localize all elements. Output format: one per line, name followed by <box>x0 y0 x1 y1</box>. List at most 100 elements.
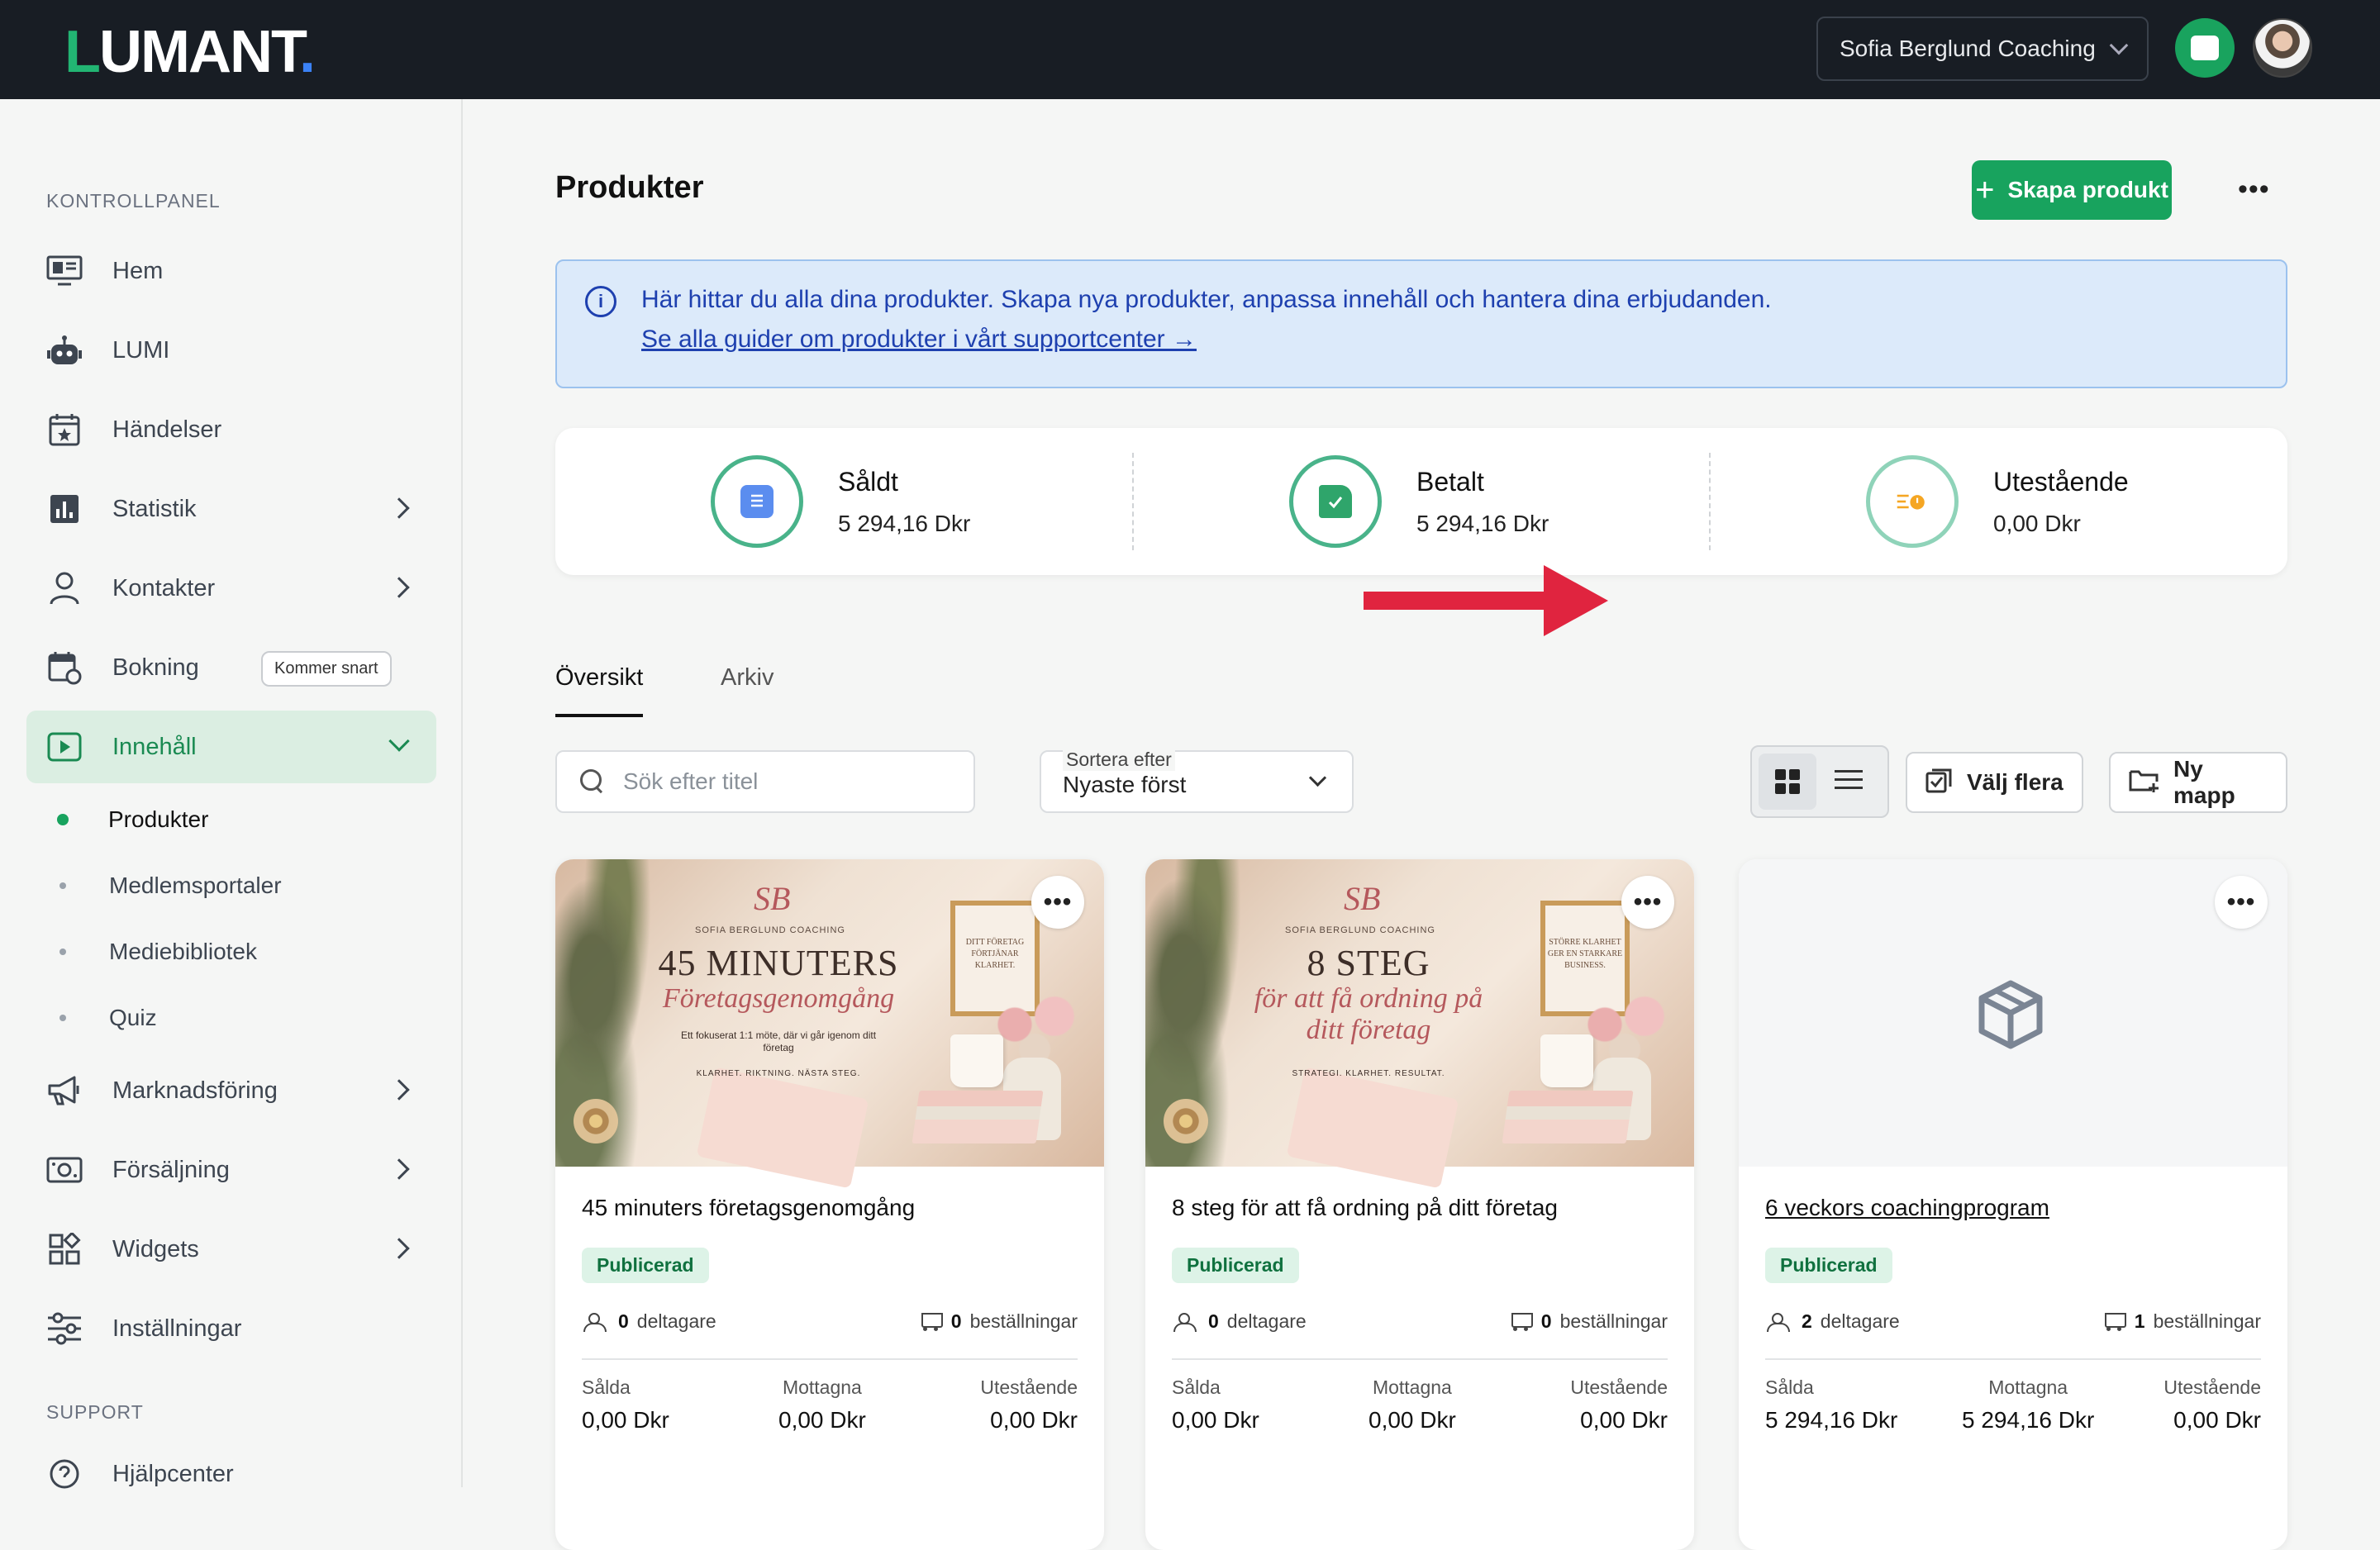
card-menu-button[interactable]: ••• <box>1031 876 1084 929</box>
sidebar-subitem-medlemsportaler[interactable]: Medlemsportaler <box>60 861 282 911</box>
info-text: Här hittar du alla dina produkter. Skapa… <box>641 286 1772 313</box>
sidebar-subitem-label: Produkter <box>108 806 209 832</box>
sold-label: Sålda <box>1172 1376 1221 1398</box>
calendar-sync-icon <box>46 649 83 686</box>
sidebar-item-label: Inställningar <box>112 1315 242 1342</box>
sidebar-item-installningar[interactable]: Inställningar <box>26 1292 436 1365</box>
help-icon <box>46 1456 83 1492</box>
orders-label: beställningar <box>969 1310 1078 1332</box>
bullet-icon <box>60 1015 66 1021</box>
sold-value: 5 294,16 Dkr <box>1765 1407 1898 1433</box>
stat-paid: Betalt 5 294,16 Dkr <box>1289 453 1549 550</box>
thumb-heading: 8 STEG <box>1307 943 1430 983</box>
sold-value: 0,00 Dkr <box>1172 1407 1259 1433</box>
sidebar-item-widgets[interactable]: Widgets <box>26 1213 436 1286</box>
sidebar-item-innehall[interactable]: Innehåll <box>26 711 436 783</box>
sidebar-item-bokning[interactable]: Bokning Kommer snart <box>26 631 436 704</box>
orders-count: 1 <box>2134 1310 2145 1332</box>
sidebar-subitem-produkter[interactable]: Produkter <box>57 795 209 844</box>
product-title[interactable]: 45 minuters företagsgenomgång <box>582 1195 915 1221</box>
search-input[interactable]: Sök efter titel <box>555 750 975 813</box>
chevron-right-icon <box>388 497 410 519</box>
tab-arkiv[interactable]: Arkiv <box>721 664 774 692</box>
sold-icon <box>711 455 803 548</box>
thumb-script: Företagsgenomgång <box>662 983 895 1014</box>
card-menu-button[interactable]: ••• <box>2215 876 2268 929</box>
chat-button[interactable] <box>2175 18 2235 78</box>
select-multiple-button[interactable]: Välj flera <box>1906 752 2083 813</box>
sidebar-subitem-quiz[interactable]: Quiz <box>60 993 157 1043</box>
organization-select[interactable]: Sofia Berglund Coaching <box>1816 17 2149 81</box>
lumant-logo[interactable]: LUMANT. <box>64 18 316 86</box>
top-bar: LUMANT. Sofia Berglund Coaching <box>0 0 2380 99</box>
sidebar-subitem-mediebibliotek[interactable]: Mediebibliotek <box>60 927 257 977</box>
sidebar-item-lumi[interactable]: LUMI <box>26 314 436 387</box>
product-card[interactable]: DITT FÖRETAG FÖRTJÄNAR KLARHET. SB SOFIA… <box>555 859 1104 1550</box>
new-folder-button[interactable]: Ny mapp <box>2109 752 2287 813</box>
stat-outstanding: Utestående 0,00 Dkr <box>1866 453 2129 550</box>
product-thumbnail-placeholder <box>1739 859 2287 1167</box>
thumb-heading: 45 MINUTERS <box>658 943 899 983</box>
more-options-icon[interactable]: ••• <box>2238 174 2270 206</box>
support-guides-link[interactable]: Se alla guider om produkter i vårt suppo… <box>641 326 1197 354</box>
stat-value: 5 294,16 Dkr <box>838 510 971 536</box>
robot-icon <box>46 332 83 368</box>
sidebar-item-hem[interactable]: Hem <box>26 235 436 307</box>
received-value: 0,00 Dkr <box>778 1407 866 1433</box>
sidebar-item-handelser[interactable]: Händelser <box>26 393 436 466</box>
orders-label: beställningar <box>1559 1310 1668 1332</box>
received-label: Mottagna <box>782 1376 862 1398</box>
card-menu-button[interactable]: ••• <box>1621 876 1674 929</box>
sidebar-item-kontakter[interactable]: Kontakter <box>26 552 436 625</box>
status-badge: Publicerad <box>1765 1248 1892 1283</box>
person-icon <box>46 570 83 606</box>
stat-label: Såldt <box>838 466 898 497</box>
sliders-icon <box>46 1310 83 1347</box>
create-product-button[interactable]: + Skapa produkt <box>1972 160 2172 220</box>
sold-label: Sålda <box>582 1376 631 1398</box>
active-tab-indicator <box>555 714 643 717</box>
grid-view-icon[interactable] <box>1759 754 1816 810</box>
paid-icon <box>1289 455 1382 548</box>
package-icon <box>1978 980 2043 1049</box>
avatar[interactable] <box>2253 18 2312 78</box>
tab-oversikt[interactable]: Översikt <box>555 664 643 692</box>
list-view-icon[interactable] <box>1835 770 1863 795</box>
thumb-tagline: STRATEGI. KLARHET. RESULTAT. <box>1292 1069 1445 1078</box>
sidebar-item-hjalpcenter[interactable]: Hjälpcenter <box>26 1438 436 1510</box>
info-banner: i Här hittar du alla dina produkter. Ska… <box>555 259 2287 388</box>
plus-icon: + <box>1975 172 1995 208</box>
status-badge: Publicerad <box>582 1248 709 1283</box>
product-thumbnail: DITT FÖRETAG FÖRTJÄNAR KLARHET. SB SOFIA… <box>555 859 1104 1189</box>
sidebar-item-label: Widgets <box>112 1235 199 1262</box>
sidebar-item-forsaljning[interactable]: Försäljning <box>26 1134 436 1206</box>
outstanding-label: Utestående <box>2163 1376 2261 1398</box>
folder-plus-icon <box>2129 767 2160 799</box>
checkbox-multi-icon <box>1925 767 1954 799</box>
sort-value: Nyaste först <box>1063 772 1187 797</box>
sidebar-item-statistik[interactable]: Statistik <box>26 473 436 545</box>
sidebar-subitem-label: Mediebibliotek <box>109 939 257 964</box>
info-icon: i <box>585 286 616 317</box>
stat-sold: Såldt 5 294,16 Dkr <box>711 453 970 550</box>
received-value: 5 294,16 Dkr <box>1962 1407 2095 1433</box>
sidebar-item-label: Marknadsföring <box>112 1077 278 1104</box>
sort-select[interactable]: Sortera efter Nyaste först <box>1040 749 1354 813</box>
active-bullet-icon <box>57 814 69 825</box>
sidebar-section-title: SUPPORT <box>46 1401 144 1423</box>
outstanding-value: 0,00 Dkr <box>1580 1407 1668 1433</box>
product-title[interactable]: 6 veckors coachingprogram <box>1765 1195 2049 1221</box>
participants-count: 2 <box>1802 1310 1812 1332</box>
outstanding-label: Utestående <box>980 1376 1078 1398</box>
stat-label: Betalt <box>1416 466 1484 497</box>
outstanding-value: 0,00 Dkr <box>990 1407 1078 1433</box>
cart-icon <box>2102 1311 2126 1333</box>
orders-count: 0 <box>950 1310 962 1332</box>
thumb-tagline: KLARHET. RIKTNING. NÄSTA STEG. <box>696 1069 861 1078</box>
product-card[interactable]: ••• 6 veckors coachingprogram Publicerad… <box>1739 859 2287 1550</box>
sidebar-item-marknadsforing[interactable]: Marknadsföring <box>26 1054 436 1127</box>
product-title[interactable]: 8 steg för att få ordning på ditt företa… <box>1172 1195 1558 1221</box>
logo-text: UMANT <box>98 19 301 85</box>
monitor-icon <box>46 253 83 289</box>
product-card[interactable]: STÖRRE KLARHET GER EN STARKARE BUSINESS.… <box>1145 859 1694 1550</box>
